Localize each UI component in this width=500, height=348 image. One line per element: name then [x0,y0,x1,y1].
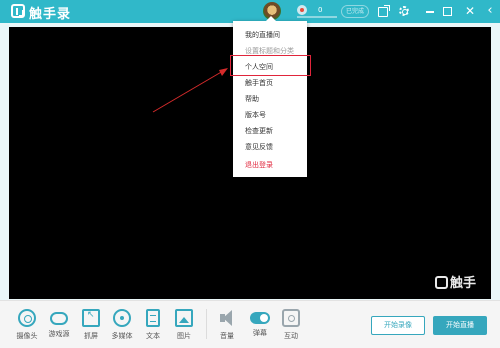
status-pill-button[interactable]: 已完成 [341,5,369,18]
menu-item-version[interactable]: 版本号 [245,110,266,120]
tool-interact[interactable]: 互动 [276,309,306,343]
title-bar: 触手录 0 已完成 ✕ ‹ [0,0,500,23]
app-title: 触手录 [29,7,72,22]
start-recording-button[interactable]: 开始录像 [371,316,425,335]
tool-label: 音量 [220,332,234,340]
text-icon [146,309,160,327]
tool-image[interactable]: 图片 [169,309,199,343]
watermark-logo-icon [435,276,448,289]
close-icon[interactable]: ✕ [463,4,477,18]
image-icon [175,309,193,327]
tool-screen-capture[interactable]: 抓屏 [76,309,106,343]
tool-label: 图片 [177,332,191,340]
gamepad-icon [50,312,68,325]
tool-game-source[interactable]: 游戏源 [44,309,74,343]
minimize-icon[interactable] [424,4,438,18]
tool-volume[interactable]: 音量 [212,309,242,343]
tool-label: 抓屏 [84,332,98,340]
menu-item-help[interactable]: 帮助 [245,94,259,104]
start-live-button[interactable]: 开始直播 [433,316,487,335]
back-icon[interactable]: ‹ [483,4,497,18]
level-progress [297,16,337,18]
menu-item-logout[interactable]: 退出登录 [245,160,273,170]
toggle-icon [250,312,270,324]
gear-icon[interactable] [399,6,409,16]
menu-item-check-update[interactable]: 检查更新 [245,126,273,136]
tool-label: 多媒体 [111,332,133,340]
share-icon[interactable] [378,5,390,17]
menu-highlight-box [230,55,311,76]
app-logo-icon [11,4,25,18]
tool-label: 摄像头 [16,332,38,340]
camera-icon [18,309,36,327]
menu-item-my-live-room[interactable]: 我的直播间 [245,30,280,40]
tool-label: 弹幕 [253,329,267,337]
maximize-icon[interactable] [443,7,452,16]
tool-camera[interactable]: 摄像头 [12,309,42,343]
tool-text[interactable]: 文本 [138,309,168,343]
preview-watermark: 触手 [435,272,476,291]
media-icon [113,309,131,327]
tool-label: 文本 [146,332,160,340]
score-value: 0 [318,6,323,14]
level-icon [297,5,307,15]
interact-icon [282,309,300,327]
watermark-text: 触手 [450,276,477,291]
user-dropdown-menu: 我的直播间 设置标题和分类 个人空间 触手首页 帮助 版本号 检查更新 意见反馈… [233,16,307,177]
tool-media[interactable]: 多媒体 [107,309,137,343]
screen-capture-icon [82,309,100,327]
toolbar-divider [206,309,207,339]
menu-item-homepage[interactable]: 触手首页 [245,78,273,88]
tool-label: 互动 [284,332,298,340]
tool-label: 游戏源 [48,330,70,338]
volume-icon [220,309,234,327]
tool-danmaku[interactable]: 弹幕 [245,309,275,343]
menu-item-feedback[interactable]: 意见反馈 [245,142,273,152]
